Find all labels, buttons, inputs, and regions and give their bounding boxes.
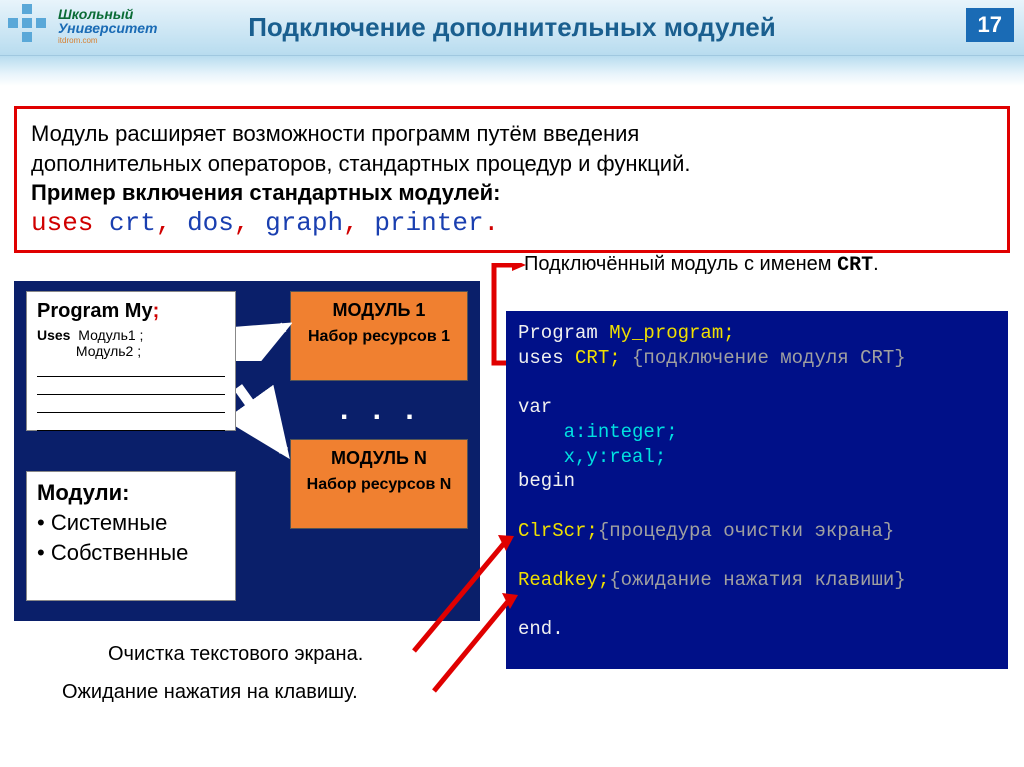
header-curve	[0, 56, 1024, 86]
module-1-sub: Набор ресурсов 1	[297, 327, 461, 346]
program-uses: Uses Модуль1 ; Модуль2 ;	[37, 327, 225, 359]
code-l9: ClrScr;{процедура очистки экрана}	[518, 519, 996, 544]
code-l10	[518, 543, 996, 568]
page-title: Подключение дополнительных модулей	[0, 12, 1024, 43]
code-l8	[518, 494, 996, 519]
code-l5: a:integer;	[518, 420, 996, 445]
program-title: Program My;	[37, 300, 225, 323]
header-bar: Школьный Университет itdrom.com Подключе…	[0, 0, 1024, 56]
module-n-sub: Набор ресурсов N	[297, 475, 461, 494]
modules-li-2: • Собственные	[37, 540, 225, 566]
intro-code: uses crt, dos, graph, printer.	[31, 208, 993, 238]
module-n-card: МОДУЛЬ N Набор ресурсов N	[290, 439, 468, 529]
modules-card: Модули: • Системные • Собственные	[26, 471, 236, 601]
annotation-wait: Ожидание нажатия на клавишу.	[62, 681, 358, 704]
kw-crt: crt	[109, 208, 156, 238]
code-l2: uses CRT; {подключение модуля CRT}	[518, 346, 996, 371]
module-1-title: МОДУЛЬ 1	[297, 300, 461, 321]
code-l6: x,y:real;	[518, 445, 996, 470]
module-1-card: МОДУЛЬ 1 Набор ресурсов 1	[290, 291, 468, 381]
annotation-clear: Очистка текстового экрана.	[108, 643, 363, 666]
modules-li-1: • Системные	[37, 510, 225, 536]
page-number: 17	[966, 8, 1014, 42]
arrow-to-modn	[236, 381, 292, 461]
arrow-to-mod1	[236, 321, 292, 361]
module-dots: . . .	[340, 393, 422, 427]
code-l4: var	[518, 395, 996, 420]
code-l1: Program My_program;	[518, 321, 996, 346]
kw-dos: dos	[187, 208, 234, 238]
modules-title: Модули:	[37, 480, 225, 506]
intro-line-1: Модуль расширяет возможности программ пу…	[31, 119, 993, 149]
annotation-crt: Подключённый модуль с именем CRT.	[524, 253, 879, 277]
code-l12	[518, 593, 996, 618]
diagram-zone: Подключённый модуль с именем CRT. Progra…	[0, 271, 1024, 751]
intro-box: Модуль расширяет возможности программ пу…	[14, 106, 1010, 253]
kw-uses: uses	[31, 208, 93, 238]
code-l3	[518, 370, 996, 395]
code-l7: begin	[518, 469, 996, 494]
module-n-title: МОДУЛЬ N	[297, 448, 461, 469]
arrow-readkey	[430, 591, 520, 701]
program-card: Program My; Uses Модуль1 ; Модуль2 ;	[26, 291, 236, 431]
kw-printer: printer	[374, 208, 483, 238]
intro-line-3: Пример включения стандартных модулей:	[31, 178, 993, 208]
code-l13: end.	[518, 617, 996, 642]
intro-line-2: дополнительных операторов, стандартных п…	[31, 149, 993, 179]
kw-graph: graph	[265, 208, 343, 238]
code-screen: Program My_program; uses CRT; {подключен…	[506, 311, 1008, 669]
code-l11: Readkey;{ожидание нажатия клавиши}	[518, 568, 996, 593]
